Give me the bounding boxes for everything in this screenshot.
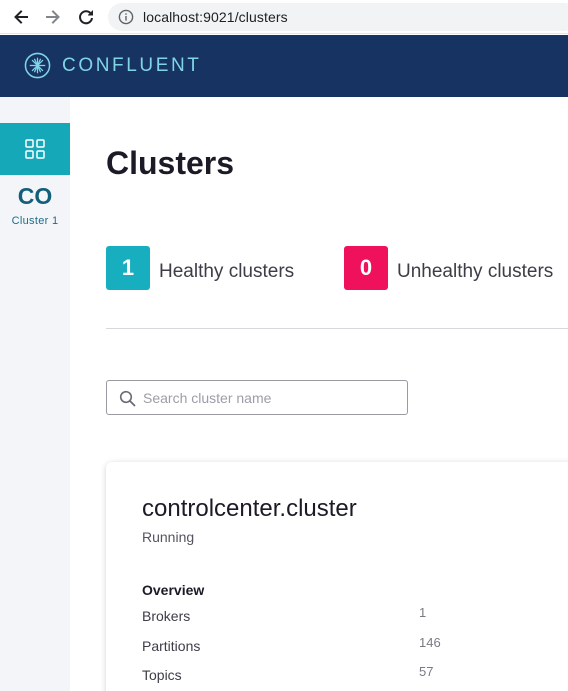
back-arrow-icon[interactable] — [9, 5, 33, 29]
url-text: localhost:9021/clusters — [143, 9, 288, 25]
healthy-clusters-label: Healthy clusters — [159, 261, 295, 282]
metric-label-partitions: Partitions — [142, 638, 201, 654]
browser-toolbar: localhost:9021/clusters — [0, 0, 568, 34]
unhealthy-clusters-label: Unhealthy clusters — [397, 261, 554, 282]
grid-icon — [25, 139, 45, 159]
search-input[interactable] — [143, 387, 401, 409]
divider — [106, 328, 568, 329]
reload-icon[interactable] — [74, 5, 98, 29]
search-icon — [119, 390, 136, 407]
healthy-count-badge: 1 — [106, 246, 150, 290]
cluster-card[interactable]: controlcenter.cluster Running Overview B… — [106, 462, 568, 691]
metric-value-topics: 57 — [419, 664, 434, 679]
metric-label-brokers: Brokers — [142, 608, 191, 624]
clusters-overview-button[interactable] — [0, 123, 70, 175]
metric-label-topics: Topics — [142, 667, 182, 683]
info-icon[interactable] — [118, 9, 134, 25]
overview-heading: Overview — [142, 582, 205, 598]
sidebar-cluster-name[interactable]: Cluster 1 — [0, 215, 70, 227]
confluent-logo-icon[interactable] — [24, 52, 51, 79]
search-box[interactable] — [106, 380, 408, 415]
brand-name[interactable]: CONFLUENT — [62, 55, 202, 77]
cluster-name[interactable]: controlcenter.cluster — [142, 495, 357, 523]
address-bar[interactable]: localhost:9021/clusters — [108, 3, 568, 31]
cluster-status: Running — [142, 529, 195, 545]
sidebar-cluster-abbr[interactable]: CO — [0, 183, 70, 210]
metric-value-partitions: 146 — [419, 635, 441, 650]
app-header: CONFLUENT — [0, 35, 568, 97]
forward-arrow-icon[interactable] — [41, 5, 65, 29]
unhealthy-count-badge: 0 — [344, 246, 388, 290]
page-title: Clusters — [106, 145, 235, 181]
sidebar: CO Cluster 1 — [0, 97, 70, 691]
metric-value-brokers: 1 — [419, 605, 427, 620]
